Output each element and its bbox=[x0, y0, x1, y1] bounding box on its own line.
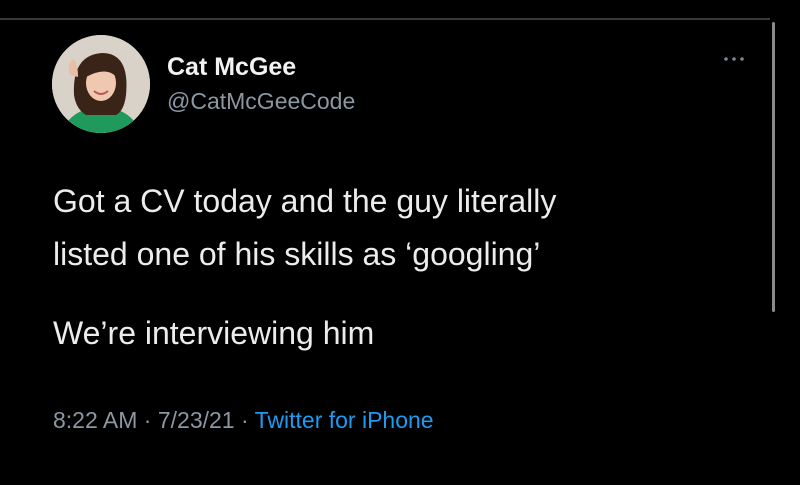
more-horizontal-icon[interactable] bbox=[722, 52, 746, 66]
top-divider bbox=[0, 18, 770, 20]
display-name[interactable]: Cat McGee bbox=[167, 53, 296, 82]
tweet-source-link[interactable]: Twitter for iPhone bbox=[255, 407, 434, 433]
avatar[interactable] bbox=[52, 35, 150, 133]
user-handle[interactable]: @CatMcGeeCode bbox=[167, 88, 355, 115]
avatar-photo-icon bbox=[52, 35, 150, 133]
tweet-date[interactable]: 7/23/21 bbox=[158, 407, 235, 433]
meta-separator: · bbox=[234, 407, 255, 433]
tweet-text-line-3: We’re interviewing him bbox=[53, 315, 375, 351]
tweet-text-line-1: Got a CV today and the guy literally bbox=[53, 183, 557, 219]
meta-separator: · bbox=[137, 407, 158, 433]
tweet-meta: 8:22 AM · 7/23/21 · Twitter for iPhone bbox=[53, 407, 434, 434]
tweet-text-line-2: listed one of his skills as ‘googling’ bbox=[53, 236, 541, 272]
tweet-time[interactable]: 8:22 AM bbox=[53, 407, 137, 433]
tweet-card: Cat McGee @CatMcGeeCode Got a CV today a… bbox=[0, 0, 800, 485]
scrollbar[interactable] bbox=[772, 22, 775, 312]
